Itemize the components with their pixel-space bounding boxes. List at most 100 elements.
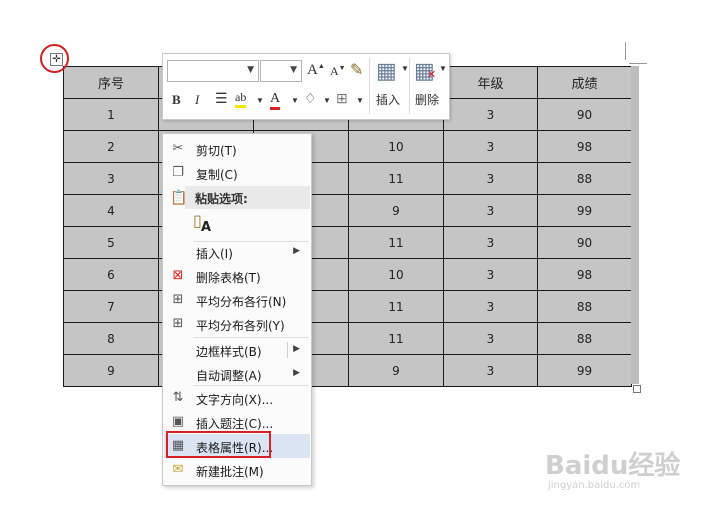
shrink-font-button[interactable]: A▼	[330, 64, 346, 79]
table-cell[interactable]: 99	[537, 354, 632, 387]
menu-item-label: 删除表格(T)	[196, 271, 261, 285]
table-cell[interactable]: 9	[348, 354, 444, 387]
submenu-arrow-icon: ▶	[293, 368, 300, 378]
chevron-down-icon[interactable]: ▼	[439, 64, 447, 73]
shading-icon[interactable]: ♢	[304, 91, 317, 108]
paste-keep-text-button[interactable]: ▯ A	[193, 211, 215, 237]
menu-item-border-styles[interactable]: 边框样式(B) ▶	[164, 338, 310, 362]
submenu-arrow-icon: ▶	[293, 344, 300, 354]
chevron-down-icon[interactable]: ▼	[256, 96, 264, 105]
insert-label[interactable]: 插入	[376, 91, 400, 108]
chevron-down-icon: ▼	[247, 65, 254, 75]
table-cell[interactable]: 3	[443, 98, 538, 131]
menu-item-label: 平均分布各行(N)	[196, 295, 287, 309]
table-cell[interactable]: 4	[63, 194, 159, 227]
table-cell[interactable]: 6	[63, 258, 159, 291]
menu-item-delete-table[interactable]: ⊠ 删除表格(T)	[164, 264, 310, 288]
distribute-rows-icon: ⊞	[172, 292, 184, 307]
menu-item-insert[interactable]: 插入(I) ▶	[164, 240, 310, 264]
table-cell[interactable]: 88	[537, 162, 632, 195]
table-cell[interactable]: 7	[63, 290, 159, 323]
font-name-select[interactable]: ▼	[167, 60, 259, 82]
menu-item-new-comment[interactable]: ✉ 新建批注(M)	[164, 458, 310, 482]
table-cell[interactable]: 8	[63, 322, 159, 355]
table-cell[interactable]: 9	[63, 354, 159, 387]
table-cell[interactable]: 98	[537, 258, 632, 291]
paste-keep-text-label: A	[201, 220, 212, 235]
table-cell[interactable]: 3	[443, 290, 538, 323]
chevron-down-icon[interactable]: ▼	[291, 96, 299, 105]
new-comment-icon: ✉	[172, 462, 184, 477]
caption-icon: ▣	[171, 414, 185, 429]
table-cell[interactable]: 3	[63, 162, 159, 195]
borders-icon[interactable]: ⊞	[336, 91, 348, 108]
copy-icon: ❐	[172, 165, 184, 180]
table-header-cell[interactable]: 成绩	[537, 66, 632, 99]
table-cell[interactable]: 5	[63, 226, 159, 259]
table-cell[interactable]: 3	[443, 258, 538, 291]
delete-x-icon: ✕	[427, 69, 437, 81]
align-center-icon[interactable]: ☰	[215, 91, 228, 108]
split-divider	[287, 342, 288, 358]
table-cell[interactable]: 3	[443, 226, 538, 259]
distribute-columns-icon: ⊞	[172, 316, 184, 331]
chevron-down-icon[interactable]: ▼	[401, 64, 409, 73]
table-cell[interactable]: 9	[348, 194, 444, 227]
highlight-box	[166, 431, 271, 458]
table-cell[interactable]: 11	[348, 226, 444, 259]
menu-item-label: 复制(C)	[196, 168, 238, 182]
table-right-strip	[631, 66, 639, 384]
menu-item-cut[interactable]: ✂ 剪切(T)	[164, 137, 310, 161]
table-cell[interactable]: 1	[63, 98, 159, 131]
table-cell[interactable]: 3	[443, 194, 538, 227]
italic-button[interactable]: I	[195, 92, 199, 108]
text-direction-icon: ⇅	[172, 390, 184, 405]
chevron-down-icon[interactable]: ▼	[356, 96, 364, 105]
table-cell[interactable]: 11	[348, 322, 444, 355]
table-row: 5 11 3 90	[63, 226, 632, 259]
page-margin-mark-vertical	[625, 42, 626, 60]
highlight-circle	[40, 44, 69, 73]
table-cell[interactable]: 90	[537, 226, 632, 259]
table-cell[interactable]: 10	[348, 258, 444, 291]
table-cell[interactable]: 11	[348, 290, 444, 323]
delete-table-icon: ⊠	[172, 268, 184, 283]
table-cell[interactable]: 2	[63, 130, 159, 163]
table-resize-handle[interactable]	[633, 385, 641, 393]
grow-font-button[interactable]: A▲	[307, 62, 325, 79]
table-cell[interactable]: 11	[348, 162, 444, 195]
table-row: 6 10 3 98	[63, 258, 632, 291]
table-cell[interactable]: 3	[443, 322, 538, 355]
menu-item-label: 剪切(T)	[196, 144, 237, 158]
delete-label[interactable]: 删除	[415, 91, 439, 108]
table-row: 2 10 3 98	[63, 130, 632, 163]
chevron-down-icon[interactable]: ▼	[323, 96, 331, 105]
table-cell[interactable]: 10	[348, 130, 444, 163]
menu-item-distribute-columns[interactable]: ⊞ 平均分布各列(Y)	[164, 312, 310, 336]
table-header-cell[interactable]: 序号	[63, 66, 159, 99]
table-cell[interactable]: 3	[443, 162, 538, 195]
menu-item-autofit[interactable]: 自动调整(A) ▶	[164, 362, 310, 386]
table-cell[interactable]: 98	[537, 130, 632, 163]
shrink-font-label: A	[330, 64, 339, 78]
scissors-icon: ✂	[172, 141, 184, 156]
table-row: 8 11 3 88	[63, 322, 632, 355]
menu-item-label: 新建批注(M)	[196, 465, 264, 479]
table-cell[interactable]: 3	[443, 354, 538, 387]
table-cell[interactable]: 90	[537, 98, 632, 131]
table-cell[interactable]: 99	[537, 194, 632, 227]
insert-table-icon[interactable]: ▦	[376, 58, 397, 84]
font-color-button[interactable]: A	[270, 91, 281, 110]
highlight-color-icon[interactable]: ab	[235, 90, 247, 108]
format-painter-icon[interactable]: ✎	[350, 60, 363, 80]
menu-item-distribute-rows[interactable]: ⊞ 平均分布各行(N)	[164, 288, 310, 312]
table-cell[interactable]: 88	[537, 322, 632, 355]
table-cell[interactable]: 3	[443, 130, 538, 163]
table-cell[interactable]: 88	[537, 290, 632, 323]
watermark-logo: Baidu经验	[545, 451, 681, 481]
menu-item-copy[interactable]: ❐ 复制(C)	[164, 161, 310, 185]
menu-item-text-direction[interactable]: ⇅ 文字方向(X)...	[164, 386, 310, 410]
font-size-select[interactable]: ▼	[260, 60, 302, 82]
table-header-cell[interactable]: 年级	[443, 66, 538, 99]
bold-button[interactable]: B	[172, 92, 181, 108]
